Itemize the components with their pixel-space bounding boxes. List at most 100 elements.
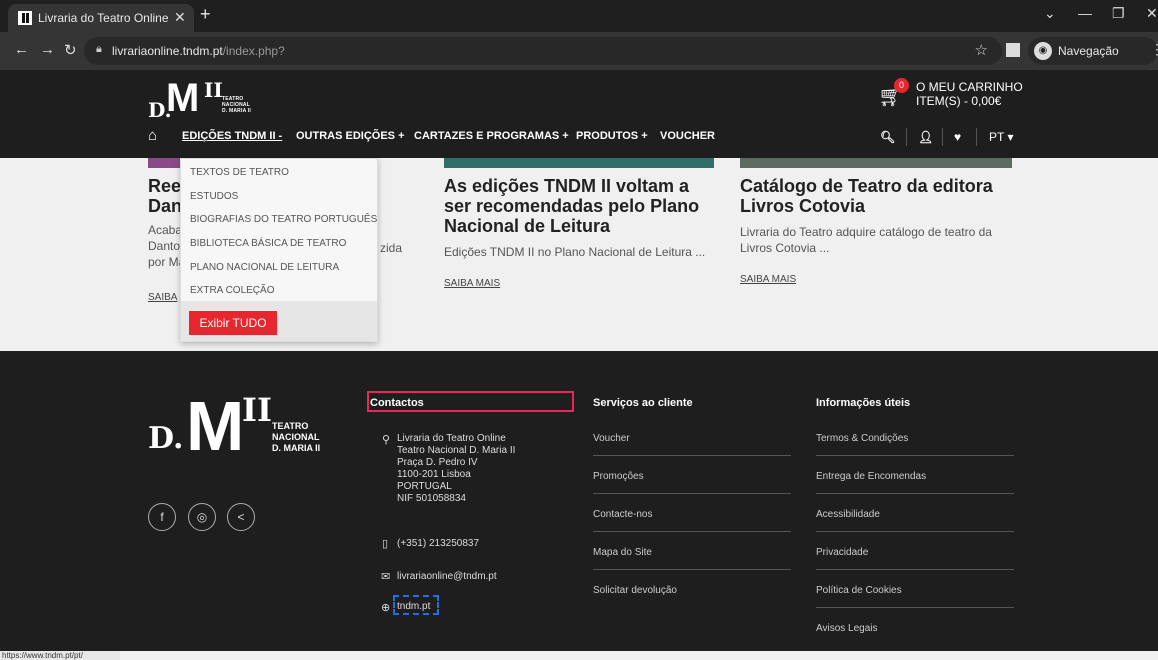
card-title[interactable]: Catálogo de Teatro da editora Livros Cot… <box>740 176 993 216</box>
lock-icon[interactable]: 🔒︎ <box>96 43 102 56</box>
search-icon[interactable]: 🔍︎ <box>880 130 895 144</box>
info-heading: Informações úteis <box>816 397 911 409</box>
divider <box>593 569 791 570</box>
footer-link-avisos-legais[interactable]: Avisos Legais <box>816 623 878 634</box>
card-title[interactable]: Ree Dan <box>148 176 182 216</box>
browser-menu-icon[interactable]: ⋮ <box>1150 41 1158 58</box>
card-excerpt: Edições TNDM II no Plano Nacional de Lei… <box>444 245 706 259</box>
home-icon[interactable]: ⌂ <box>148 127 157 144</box>
globe-icon: ⊕ <box>381 602 391 614</box>
footer-link-acessibilidade[interactable]: Acessibilidade <box>816 509 880 520</box>
logo-d: D. <box>148 421 184 456</box>
footer-link-mapa-do-site[interactable]: Mapa do Site <box>593 547 652 558</box>
nav-cartazes-programas[interactable]: CARTAZES E PROGRAMAS + <box>414 130 569 142</box>
card-read-more-link[interactable]: SAIBA <box>148 292 177 303</box>
divider <box>976 128 977 146</box>
divider <box>906 128 907 146</box>
contact-phone[interactable]: (+351) 213250837 <box>397 538 479 550</box>
divider <box>593 531 791 532</box>
services-heading: Serviços ao cliente <box>593 397 693 409</box>
site-favicon-icon <box>18 11 32 25</box>
instagram-icon[interactable]: ◎ <box>188 503 216 531</box>
facebook-icon[interactable]: f <box>148 503 176 531</box>
address-bar[interactable]: 🔒︎ livrariaonline.tndm.pt/index.php? ☆ <box>84 37 1002 65</box>
browser-toolbar: ← → ↻ 🔒︎ livrariaonline.tndm.pt/index.ph… <box>0 32 1158 86</box>
card-excerpt-tail: zida <box>380 241 403 255</box>
phone-icon: ▯ <box>382 538 389 550</box>
side-panel-icon[interactable] <box>1006 43 1020 57</box>
site-footer: D. M II TEATRO NACIONAL D. MARIA II f ◎ … <box>0 351 1158 651</box>
logo-m: M <box>166 76 200 120</box>
dropdown-item-textos-de-teatro[interactable]: TEXTOS DE TEATRO <box>190 167 289 178</box>
website-link-focus-box <box>393 595 439 615</box>
browser-tabbar: Livraria do Teatro Online ✕ + ⌄ — ❐ ✕ <box>0 0 1158 32</box>
bookmark-star-icon[interactable]: ☆ <box>975 41 988 59</box>
news-section: Ree Dan Acaba Danto por Ma zida SAIBA As… <box>0 158 1158 351</box>
card-image <box>740 158 1012 168</box>
footer-link-cookies[interactable]: Política de Cookies <box>816 585 902 596</box>
divider <box>816 531 1014 532</box>
tab-title: Livraria do Teatro Online <box>38 11 169 25</box>
tab-close-icon[interactable]: ✕ <box>174 9 186 26</box>
tab-search-icon[interactable]: ⌄ <box>1044 5 1056 22</box>
nav-produtos[interactable]: PRODUTOS + <box>576 130 648 142</box>
nav-edicoes-tndm[interactable]: EDIÇÕES TNDM II - <box>182 130 282 142</box>
contact-email[interactable]: livrariaonline@tndm.pt <box>397 571 497 583</box>
footer-link-entrega[interactable]: Entrega de Encomendas <box>816 471 926 482</box>
forward-icon[interactable]: → <box>40 41 55 58</box>
show-all-button[interactable]: Exibir TUDO <box>189 311 277 335</box>
nav-voucher[interactable]: VOUCHER <box>660 130 715 142</box>
footer-link-privacidade[interactable]: Privacidade <box>816 547 868 558</box>
footer-link-voucher[interactable]: Voucher <box>593 433 630 444</box>
minimize-icon[interactable]: — <box>1078 5 1092 21</box>
dropdown-item-biografias[interactable]: BIOGRAFIAS DO TEATRO PORTUGUÊS <box>190 214 377 225</box>
new-tab-icon[interactable]: + <box>200 4 211 25</box>
browser-status-bar: https://www.tndm.pt/pt/ <box>0 651 120 660</box>
card-excerpt: Livraria do Teatro adquire catálogo de t… <box>740 225 992 255</box>
share-icon[interactable]: < <box>227 503 255 531</box>
divider <box>816 569 1014 570</box>
divider <box>593 455 791 456</box>
card-image <box>444 158 714 168</box>
dropdown-item-estudos[interactable]: ESTUDOS <box>190 191 238 202</box>
email-icon: ✉ <box>381 571 391 583</box>
dropdown-item-extra-colecao[interactable]: EXTRA COLEÇÃO <box>190 285 274 296</box>
footer-link-contacte-nos[interactable]: Contacte-nos <box>593 509 652 520</box>
account-icon[interactable]: 👤︎ <box>918 130 933 144</box>
nav-outras-edicoes[interactable]: OUTRAS EDIÇÕES + <box>296 130 405 142</box>
location-pin-icon: ⚲ <box>382 434 391 446</box>
browser-tab[interactable]: Livraria do Teatro Online ✕ <box>8 4 194 32</box>
incognito-indicator[interactable]: ◉ Navegação anónima <box>1028 37 1158 86</box>
logo-text: TEATRO NACIONAL D. MARIA II <box>222 96 251 114</box>
reload-icon[interactable]: ↻ <box>64 41 77 59</box>
cart-summary: ITEM(S) - 0,00€ <box>916 94 1002 108</box>
dropdown-item-biblioteca-basica[interactable]: BIBLIOTECA BÁSICA DE TEATRO <box>190 238 346 249</box>
divider <box>593 493 791 494</box>
divider <box>816 455 1014 456</box>
contact-address: Livraria do Teatro Online Teatro Naciona… <box>397 433 516 504</box>
divider <box>816 493 1014 494</box>
logo-m: M <box>186 387 245 465</box>
site-header: D. M II TEATRO NACIONAL D. MARIA II 🛒︎ 0… <box>0 70 1158 158</box>
card-read-more-link[interactable]: SAIBA MAIS <box>444 278 500 289</box>
language-selector[interactable]: PT ▾ <box>989 130 1013 144</box>
wishlist-heart-icon[interactable]: ♥ <box>954 130 961 144</box>
divider <box>816 607 1014 608</box>
card-read-more-link[interactable]: SAIBA MAIS <box>740 274 796 285</box>
dropdown-item-plano-nacional[interactable]: PLANO NACIONAL DE LEITURA <box>190 262 339 273</box>
back-icon[interactable]: ← <box>14 41 29 58</box>
close-window-icon[interactable]: ✕ <box>1146 5 1158 22</box>
logo-ii: II <box>242 391 272 429</box>
footer-link-solicitar-devolucao[interactable]: Solicitar devolução <box>593 585 677 596</box>
footer-link-termos[interactable]: Termos & Condições <box>816 433 908 444</box>
logo-text: TEATRO NACIONAL D. MARIA II <box>272 421 321 453</box>
url-text: livrariaonline.tndm.pt/index.php? <box>112 44 285 58</box>
edicoes-dropdown-menu: TEXTOS DE TEATRO ESTUDOS BIOGRAFIAS DO T… <box>180 158 378 342</box>
card-title[interactable]: As edições TNDM II voltam a ser recomend… <box>444 176 699 236</box>
contacts-heading: Contactos <box>370 397 424 409</box>
divider <box>942 128 943 146</box>
logo-ii: II <box>204 78 223 102</box>
restore-icon[interactable]: ❐ <box>1112 5 1125 22</box>
footer-link-promocoes[interactable]: Promoções <box>593 471 644 482</box>
cart-label: O MEU CARRINHO <box>916 80 1023 94</box>
